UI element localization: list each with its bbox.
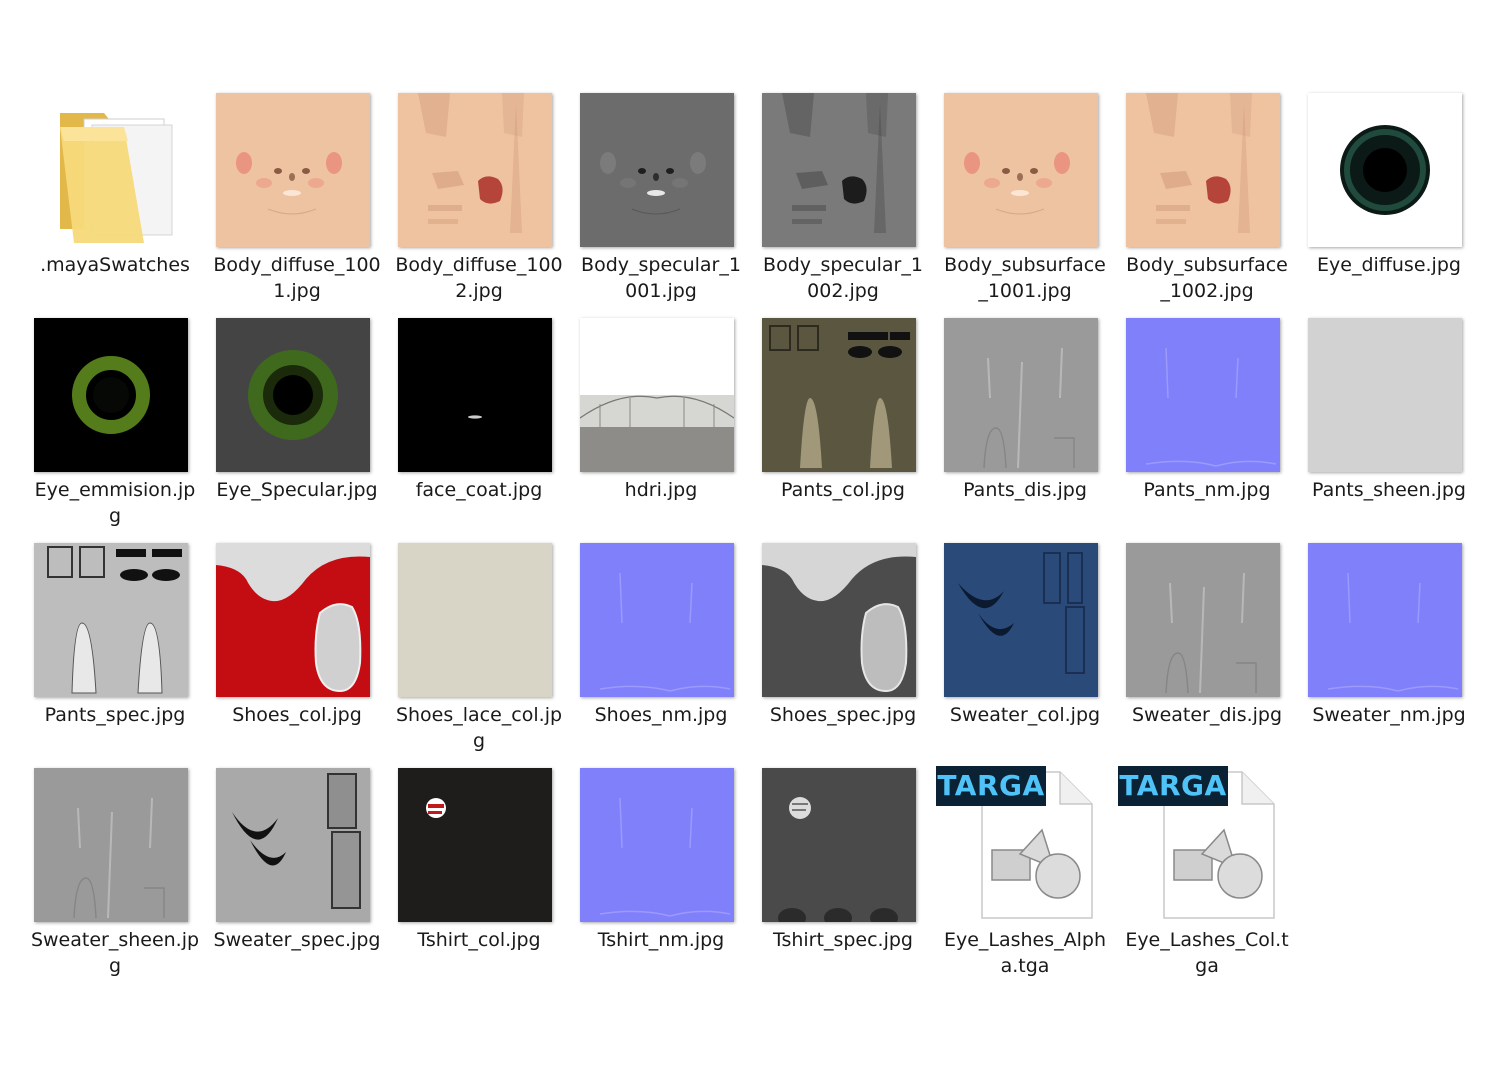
noise-thumbnail [1308, 318, 1462, 472]
file-name-label: .mayaSwatches [40, 254, 190, 276]
file-sweater-nm[interactable]: Sweater_nm.jpg [1300, 538, 1482, 763]
file-name-label: Pants_spec.jpg [44, 704, 186, 726]
file-name-label: Tshirt_nm.jpg [597, 929, 725, 951]
file-pants-nm[interactable]: Pants_nm.jpg [1118, 313, 1300, 538]
file-name-label: Eye_Lashes_Col.t ga [1125, 929, 1289, 977]
normal-map-thumbnail [580, 543, 734, 697]
file-tshirt-nm[interactable]: Tshirt_nm.jpg [572, 763, 754, 988]
eye-specular-thumbnail [216, 318, 370, 472]
face-texture-thumbnail [216, 93, 370, 247]
file-name-label: Body_specular_1 001.jpg [581, 254, 741, 302]
file-tshirt-col[interactable]: Tshirt_col.jpg [390, 763, 572, 988]
file-name-label: Shoes_col.jpg [232, 704, 362, 726]
file-name-label: Body_specular_1 002.jpg [763, 254, 923, 302]
normal-map-thumbnail [1308, 543, 1462, 697]
file-body-subsurface-1002[interactable]: Body_subsurface _1002.jpg [1118, 88, 1300, 313]
file-shoes-nm[interactable]: Shoes_nm.jpg [572, 538, 754, 763]
normal-map-thumbnail [580, 768, 734, 922]
sweater-blue-thumbnail [944, 543, 1098, 697]
file-name-label: Shoes_spec.jpg [769, 704, 917, 726]
file-name-label: Pants_sheen.jpg [1312, 479, 1466, 501]
file-sweater-dis[interactable]: Sweater_dis.jpg [1118, 538, 1300, 763]
body-specular-thumbnail [762, 93, 916, 247]
file-grid: .mayaSwatches Body_diffuse_100 1.jpg Body_… [26, 88, 1482, 988]
file-pants-spec[interactable]: Pants_spec.jpg [26, 538, 208, 763]
targa-badge: TARGA [1118, 766, 1228, 806]
targa-badge: TARGA [936, 766, 1046, 806]
file-shoes-lace-col[interactable]: Shoes_lace_col.jp g [390, 538, 572, 763]
file-name-label: hdri.jpg [624, 479, 698, 501]
eye-thumbnail [1308, 93, 1462, 247]
file-name-label: Shoes_lace_col.jp g [395, 704, 563, 752]
file-eye-diffuse[interactable]: Eye_diffuse.jpg [1300, 88, 1482, 313]
file-body-diffuse-1002[interactable]: Body_diffuse_100 2.jpg [390, 88, 572, 313]
file-face-coat[interactable]: face_coat.jpg [390, 313, 572, 538]
face-texture-thumbnail [944, 93, 1098, 247]
file-body-diffuse-1001[interactable]: Body_diffuse_100 1.jpg [208, 88, 390, 313]
file-name-label: Shoes_nm.jpg [594, 704, 728, 726]
file-eye-lashes-col[interactable]: TARGA Eye_Lashes_Col.t ga [1118, 763, 1300, 988]
body-texture-thumbnail [398, 93, 552, 247]
file-name-label: Body_diffuse_100 2.jpg [395, 254, 563, 302]
file-sweater-spec[interactable]: Sweater_spec.jpg [208, 763, 390, 988]
file-name-label: Pants_col.jpg [781, 479, 905, 501]
file-pants-sheen[interactable]: Pants_sheen.jpg [1300, 313, 1482, 538]
file-name-label: Sweater_spec.jpg [213, 929, 381, 951]
file-sweater-sheen[interactable]: Sweater_sheen.jp g [26, 763, 208, 988]
file-sweater-col[interactable]: Sweater_col.jpg [936, 538, 1118, 763]
grey-displacement-thumbnail [1126, 543, 1280, 697]
file-name-label: Pants_dis.jpg [963, 479, 1087, 501]
grey-displacement-thumbnail [34, 768, 188, 922]
pants-spec-thumbnail [34, 543, 188, 697]
file-body-specular-1002[interactable]: Body_specular_1 002.jpg [754, 88, 936, 313]
normal-map-thumbnail [1126, 318, 1280, 472]
targa-file-icon: TARGA [936, 766, 1098, 922]
file-eye-specular[interactable]: Eye_Specular.jpg [208, 313, 390, 538]
file-name-label: Body_diffuse_100 1.jpg [213, 254, 381, 302]
file-name-label: Tshirt_col.jpg [417, 929, 541, 951]
file-name-label: Sweater_dis.jpg [1131, 704, 1283, 726]
file-name-label: Body_subsurface _1001.jpg [944, 254, 1106, 302]
file-name-label: Eye_emmision.jp g [34, 479, 196, 527]
file-name-label: Eye_Specular.jpg [216, 479, 378, 501]
tshirt-dark-thumbnail [398, 768, 552, 922]
file-pants-dis[interactable]: Pants_dis.jpg [936, 313, 1118, 538]
file-name-label: Eye_diffuse.jpg [1317, 254, 1461, 276]
file-hdri[interactable]: hdri.jpg [572, 313, 754, 538]
file-name-label: Sweater_sheen.jp g [30, 929, 200, 977]
file-body-specular-1001[interactable]: Body_specular_1 001.jpg [572, 88, 754, 313]
folder-maya-swatches[interactable]: .mayaSwatches [26, 88, 208, 313]
file-tshirt-spec[interactable]: Tshirt_spec.jpg [754, 763, 936, 988]
folder-icon [34, 93, 188, 247]
body-texture-thumbnail [1126, 93, 1280, 247]
file-name-label: Body_subsurface _1002.jpg [1126, 254, 1288, 302]
file-name-label: Pants_nm.jpg [1143, 479, 1271, 501]
file-name-label: Eye_Lashes_Alph a.tga [943, 929, 1107, 977]
face-specular-thumbnail [580, 93, 734, 247]
file-name-label: face_coat.jpg [415, 479, 543, 501]
beige-thumbnail [398, 543, 552, 697]
shoes-spec-thumbnail [762, 543, 916, 697]
file-shoes-spec[interactable]: Shoes_spec.jpg [754, 538, 936, 763]
sweater-spec-thumbnail [216, 768, 370, 922]
eye-glow-thumbnail [34, 318, 188, 472]
file-eye-emmision[interactable]: Eye_emmision.jp g [26, 313, 208, 538]
shoes-red-thumbnail [216, 543, 370, 697]
file-name-label: Sweater_nm.jpg [1312, 704, 1466, 726]
file-body-subsurface-1001[interactable]: Body_subsurface _1001.jpg [936, 88, 1118, 313]
black-thumbnail [398, 318, 552, 472]
file-eye-lashes-alpha[interactable]: TARGA Eye_Lashes_Alph a.tga [936, 763, 1118, 988]
grey-displacement-thumbnail [944, 318, 1098, 472]
file-name-label: Tshirt_spec.jpg [773, 929, 913, 951]
file-name-label: Sweater_col.jpg [949, 704, 1101, 726]
tshirt-spec-thumbnail [762, 768, 916, 922]
file-pants-col[interactable]: Pants_col.jpg [754, 313, 936, 538]
targa-file-icon: TARGA [1118, 766, 1280, 922]
pants-color-thumbnail [762, 318, 916, 472]
file-shoes-col[interactable]: Shoes_col.jpg [208, 538, 390, 763]
hdri-panorama-thumbnail [580, 318, 734, 472]
